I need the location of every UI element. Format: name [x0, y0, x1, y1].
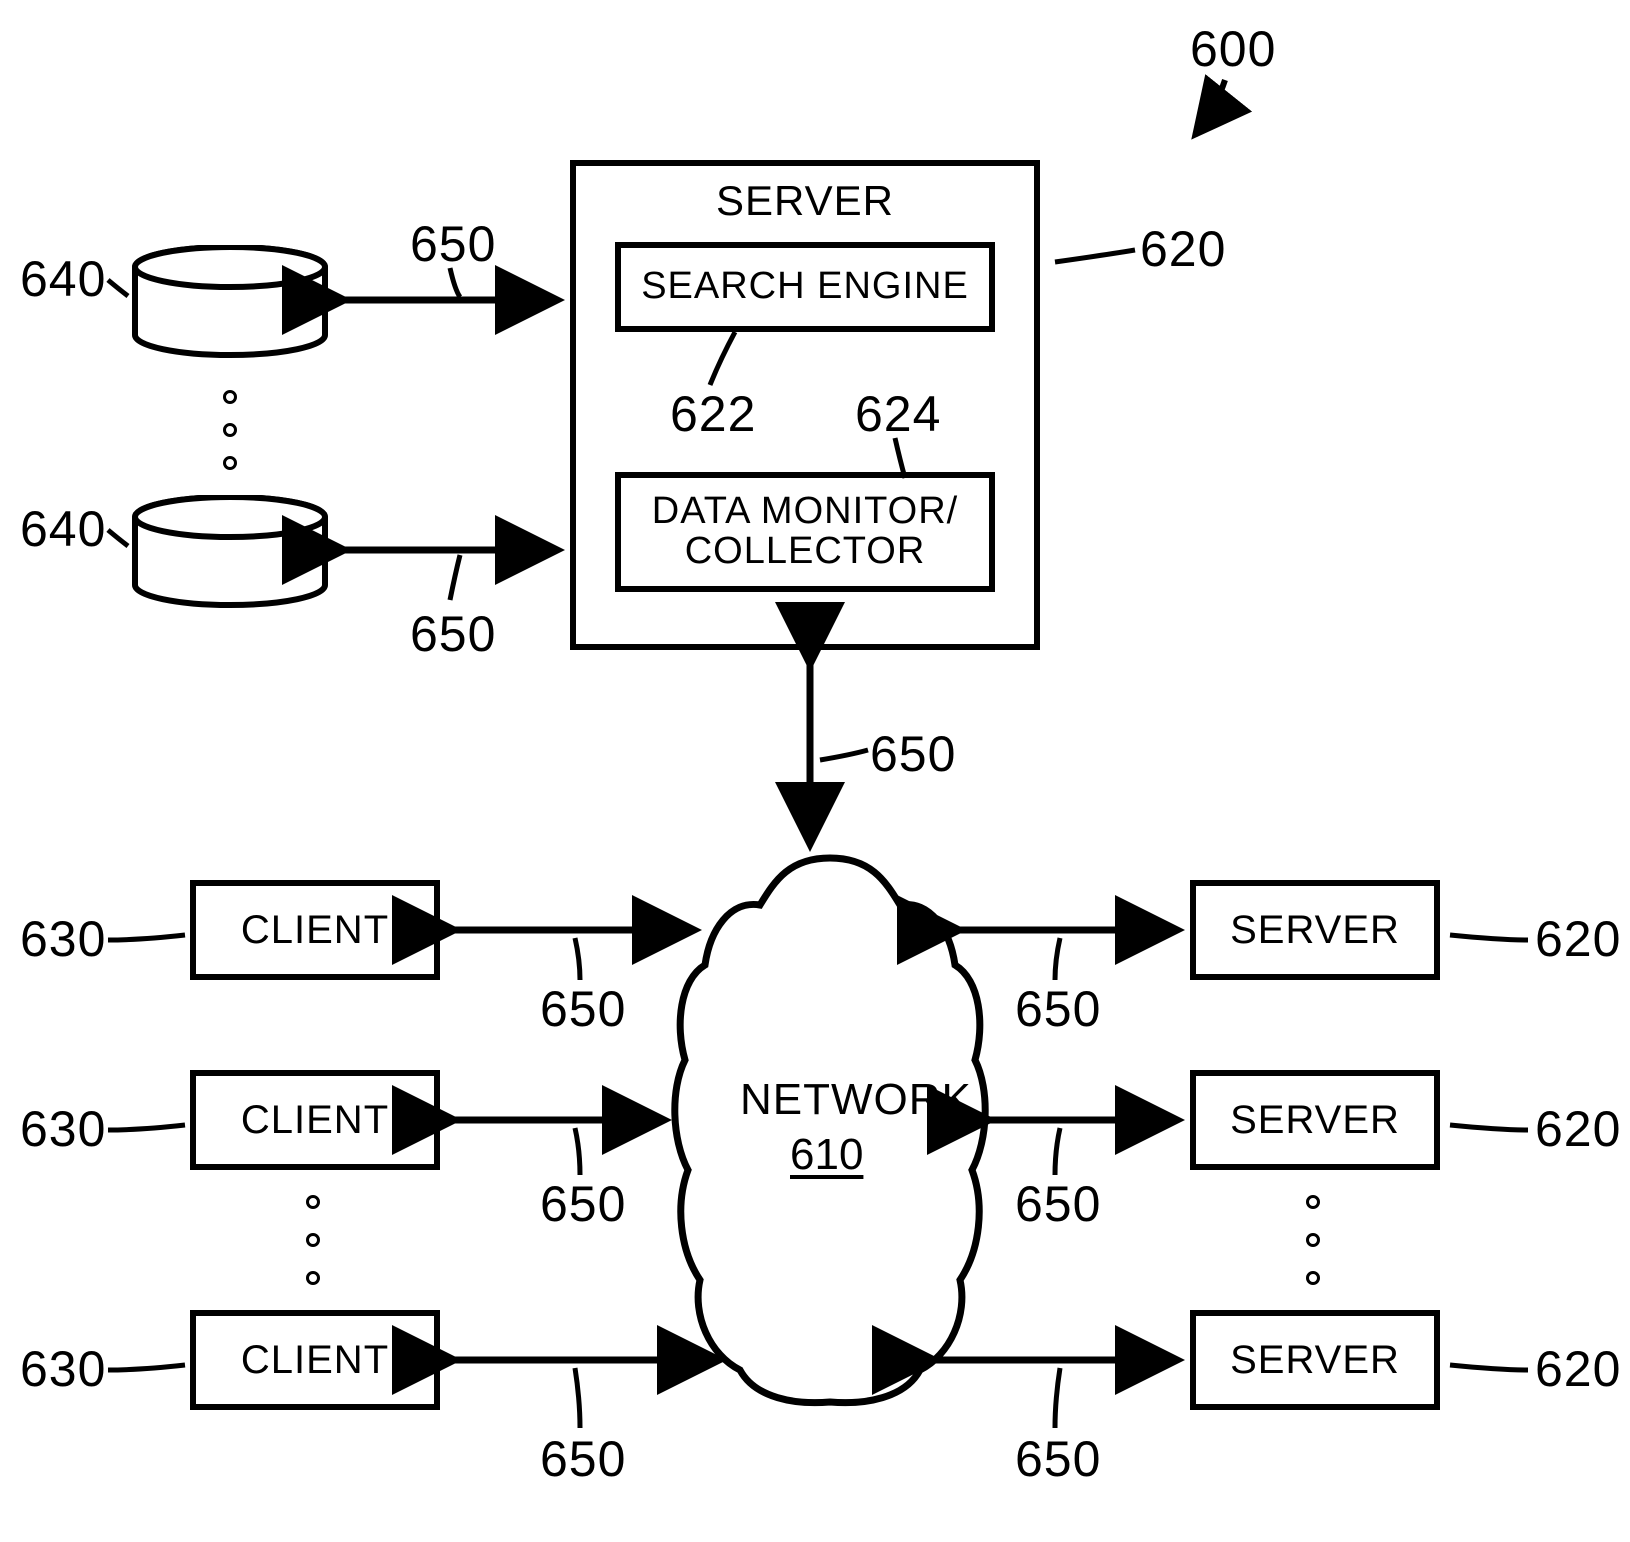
- link-ref-650: 650: [870, 725, 956, 783]
- client-box: CLIENT: [190, 1070, 440, 1170]
- link-ref-650: 650: [1015, 980, 1101, 1038]
- link-ref-650: 650: [1015, 1175, 1101, 1233]
- server-ref-620: 620: [1535, 1340, 1621, 1398]
- figure-ref-600: 600: [1190, 20, 1276, 78]
- server-title: SERVER: [576, 178, 1034, 224]
- link-ref-650: 650: [410, 215, 496, 273]
- link-ref-650: 650: [410, 605, 496, 663]
- client-box: CLIENT: [190, 880, 440, 980]
- data-monitor-box: DATA MONITOR/ COLLECTOR: [615, 472, 995, 592]
- db-ref-640: 640: [20, 500, 106, 558]
- server-ref-620: 620: [1140, 220, 1226, 278]
- network-ref-610: 610: [790, 1130, 863, 1180]
- search-engine-ref-622: 622: [670, 385, 756, 443]
- database-icon: [130, 245, 330, 360]
- server-box: SERVER SEARCH ENGINE DATA MONITOR/ COLLE…: [570, 160, 1040, 650]
- server-ref-620: 620: [1535, 1100, 1621, 1158]
- vertical-ellipsis: [1305, 1195, 1321, 1285]
- link-ref-650: 650: [540, 980, 626, 1038]
- vertical-ellipsis: [305, 1195, 321, 1285]
- vertical-ellipsis: [222, 390, 238, 470]
- diagram-canvas: 600 SERVER SEARCH ENGINE DATA MONITOR/ C…: [0, 0, 1630, 1542]
- client-box: CLIENT: [190, 1310, 440, 1410]
- client-ref-630: 630: [20, 910, 106, 968]
- server-small-box: SERVER: [1190, 880, 1440, 980]
- database-icon: [130, 495, 330, 610]
- network-label: NETWORK: [740, 1075, 940, 1125]
- server-ref-620: 620: [1535, 910, 1621, 968]
- link-ref-650: 650: [540, 1175, 626, 1233]
- link-ref-650: 650: [540, 1430, 626, 1488]
- data-monitor-ref-624: 624: [855, 385, 941, 443]
- client-ref-630: 630: [20, 1340, 106, 1398]
- server-small-box: SERVER: [1190, 1310, 1440, 1410]
- client-ref-630: 630: [20, 1100, 106, 1158]
- db-ref-640: 640: [20, 250, 106, 308]
- link-ref-650: 650: [1015, 1430, 1101, 1488]
- search-engine-box: SEARCH ENGINE: [615, 242, 995, 332]
- server-small-box: SERVER: [1190, 1070, 1440, 1170]
